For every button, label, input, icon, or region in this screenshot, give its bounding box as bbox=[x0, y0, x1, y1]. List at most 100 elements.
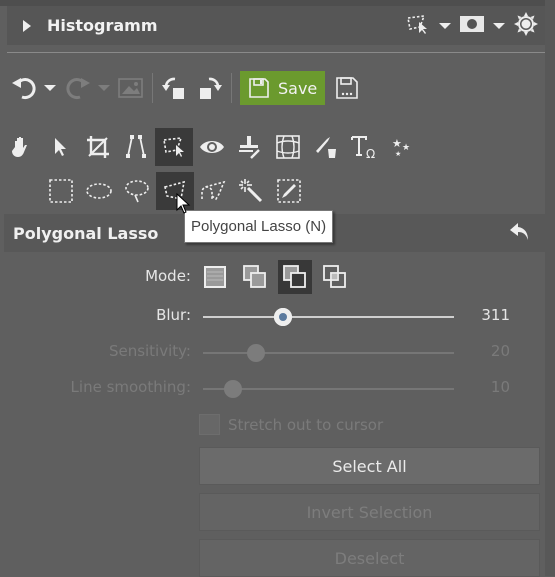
divider bbox=[7, 52, 545, 53]
stretch-to-cursor-checkbox[interactable] bbox=[199, 414, 220, 435]
magic-wand-button[interactable] bbox=[232, 172, 270, 210]
blur-slider-track bbox=[203, 316, 454, 318]
image-icon[interactable] bbox=[118, 77, 144, 99]
svg-text:★: ★ bbox=[395, 150, 401, 158]
toolbar-separator bbox=[152, 73, 153, 103]
section-title: Polygonal Lasso bbox=[13, 223, 159, 243]
lasso-button[interactable] bbox=[118, 172, 156, 210]
blur-row: Blur: 311 bbox=[0, 306, 545, 328]
mode-add-icon bbox=[243, 265, 266, 288]
magnetic-lasso-icon bbox=[201, 180, 226, 201]
paint-bucket-brush-tool-button[interactable] bbox=[307, 128, 345, 166]
crop-tool-button[interactable] bbox=[79, 128, 117, 166]
crop-icon bbox=[87, 136, 109, 158]
ellipse-selection-button[interactable] bbox=[80, 172, 118, 210]
arrow-pointer-icon bbox=[55, 138, 66, 156]
mode-intersect-selection[interactable] bbox=[318, 260, 352, 294]
redo-icon[interactable] bbox=[64, 75, 92, 101]
perspective-tool-button[interactable] bbox=[117, 128, 155, 166]
warp-tool-button[interactable] bbox=[269, 128, 307, 166]
invert-selection-button[interactable]: Invert Selection bbox=[199, 493, 540, 531]
mode-label: Mode: bbox=[145, 267, 191, 285]
toolbar-separator bbox=[231, 73, 232, 103]
lasso-icon bbox=[125, 180, 149, 203]
mode-add-selection[interactable] bbox=[238, 260, 272, 294]
line-smoothing-slider-thumb[interactable] bbox=[224, 380, 243, 398]
svg-text:★: ★ bbox=[392, 137, 402, 150]
stretch-to-cursor-label: Stretch out to cursor bbox=[228, 415, 384, 434]
warp-grid-icon bbox=[276, 135, 300, 159]
mouse-cursor-icon bbox=[176, 192, 192, 219]
save-as-icon[interactable] bbox=[335, 76, 359, 100]
text-tool-button[interactable]: Ω bbox=[345, 128, 383, 166]
effects-tool-button[interactable]: ★ ★ ★ bbox=[383, 128, 421, 166]
save-label: Save bbox=[278, 78, 318, 98]
mode-new-selection[interactable] bbox=[198, 260, 232, 294]
line-smoothing-slider[interactable] bbox=[203, 379, 454, 399]
ellipse-marquee-icon bbox=[86, 183, 112, 199]
red-eye-tool-button[interactable] bbox=[193, 128, 231, 166]
settings-sun-icon[interactable] bbox=[513, 11, 539, 41]
floppy-disk-icon bbox=[249, 78, 269, 98]
svg-text:★: ★ bbox=[402, 143, 410, 153]
line-smoothing-row: Line smoothing: 10 bbox=[0, 378, 545, 400]
text-omega-icon: Ω bbox=[351, 136, 375, 160]
selection-mode-icon[interactable] bbox=[405, 13, 431, 39]
blur-slider-thumb[interactable] bbox=[274, 308, 293, 326]
selection-brush-button[interactable] bbox=[270, 172, 308, 210]
rectangle-marquee-icon bbox=[49, 179, 73, 203]
blur-value: 311 bbox=[481, 306, 510, 324]
hand-icon bbox=[12, 137, 27, 157]
select-all-button[interactable]: Select All bbox=[199, 447, 540, 485]
blur-label: Blur: bbox=[156, 306, 191, 324]
line-smoothing-label: Line smoothing: bbox=[70, 378, 191, 396]
stamp-icon bbox=[239, 136, 260, 159]
sensitivity-value: 20 bbox=[490, 342, 510, 360]
redo-history-caret-icon[interactable] bbox=[98, 85, 110, 91]
selection-dropdown-caret-icon[interactable] bbox=[439, 22, 451, 29]
tool-row-1: Ω ★ ★ ★ bbox=[3, 128, 421, 166]
perspective-lines-icon bbox=[126, 135, 146, 158]
stars-icon: ★ ★★ bbox=[392, 137, 410, 158]
tooltip: Polygonal Lasso (N) bbox=[184, 210, 334, 243]
mode-subtract-icon bbox=[283, 265, 306, 288]
magnetic-lasso-button[interactable] bbox=[194, 172, 232, 210]
mode-intersect-icon bbox=[323, 265, 346, 288]
pointer-tool-button[interactable] bbox=[41, 128, 79, 166]
rotate-left-icon[interactable] bbox=[161, 74, 189, 102]
undo-icon[interactable] bbox=[10, 75, 38, 101]
selection-brush-icon bbox=[277, 179, 301, 203]
stretch-to-cursor-option[interactable]: Stretch out to cursor bbox=[199, 414, 383, 435]
deselect-button[interactable]: Deselect bbox=[199, 539, 540, 577]
hand-tool-button[interactable] bbox=[3, 128, 41, 166]
sensitivity-row: Sensitivity: 20 bbox=[0, 342, 545, 364]
magic-wand-icon bbox=[239, 179, 263, 203]
expand-arrow-icon[interactable] bbox=[23, 19, 31, 32]
brush-bucket-icon bbox=[316, 137, 336, 158]
rotate-right-icon[interactable] bbox=[195, 74, 223, 102]
mask-icon[interactable] bbox=[459, 14, 485, 38]
mode-row: Mode: bbox=[0, 260, 545, 294]
rectangle-selection-button[interactable] bbox=[42, 172, 80, 210]
line-smoothing-value: 10 bbox=[490, 378, 510, 396]
sensitivity-slider[interactable] bbox=[203, 343, 454, 363]
main-toolbar: Save bbox=[10, 68, 359, 108]
tool-row-2 bbox=[42, 172, 308, 210]
save-button[interactable]: Save bbox=[240, 71, 325, 105]
undo-history-caret-icon[interactable] bbox=[44, 85, 56, 91]
svg-text:Ω: Ω bbox=[366, 147, 375, 160]
mode-subtract-selection[interactable] bbox=[278, 260, 312, 294]
clone-stamp-tool-button[interactable] bbox=[231, 128, 269, 166]
scrollbar-track[interactable] bbox=[545, 0, 555, 576]
histogram-title: Histogramm bbox=[47, 16, 158, 35]
reset-back-arrow-icon[interactable] bbox=[509, 221, 531, 245]
eye-icon bbox=[200, 141, 224, 153]
polygon-selection-icon bbox=[163, 137, 184, 157]
histogram-panel-header[interactable]: Histogramm bbox=[7, 6, 545, 45]
sensitivity-slider-thumb[interactable] bbox=[246, 344, 265, 362]
sensitivity-slider-track bbox=[203, 352, 454, 354]
selection-tool-button[interactable] bbox=[155, 128, 193, 166]
mask-dropdown-caret-icon[interactable] bbox=[493, 22, 505, 29]
mode-new-icon bbox=[204, 266, 226, 288]
blur-slider[interactable] bbox=[203, 307, 454, 327]
